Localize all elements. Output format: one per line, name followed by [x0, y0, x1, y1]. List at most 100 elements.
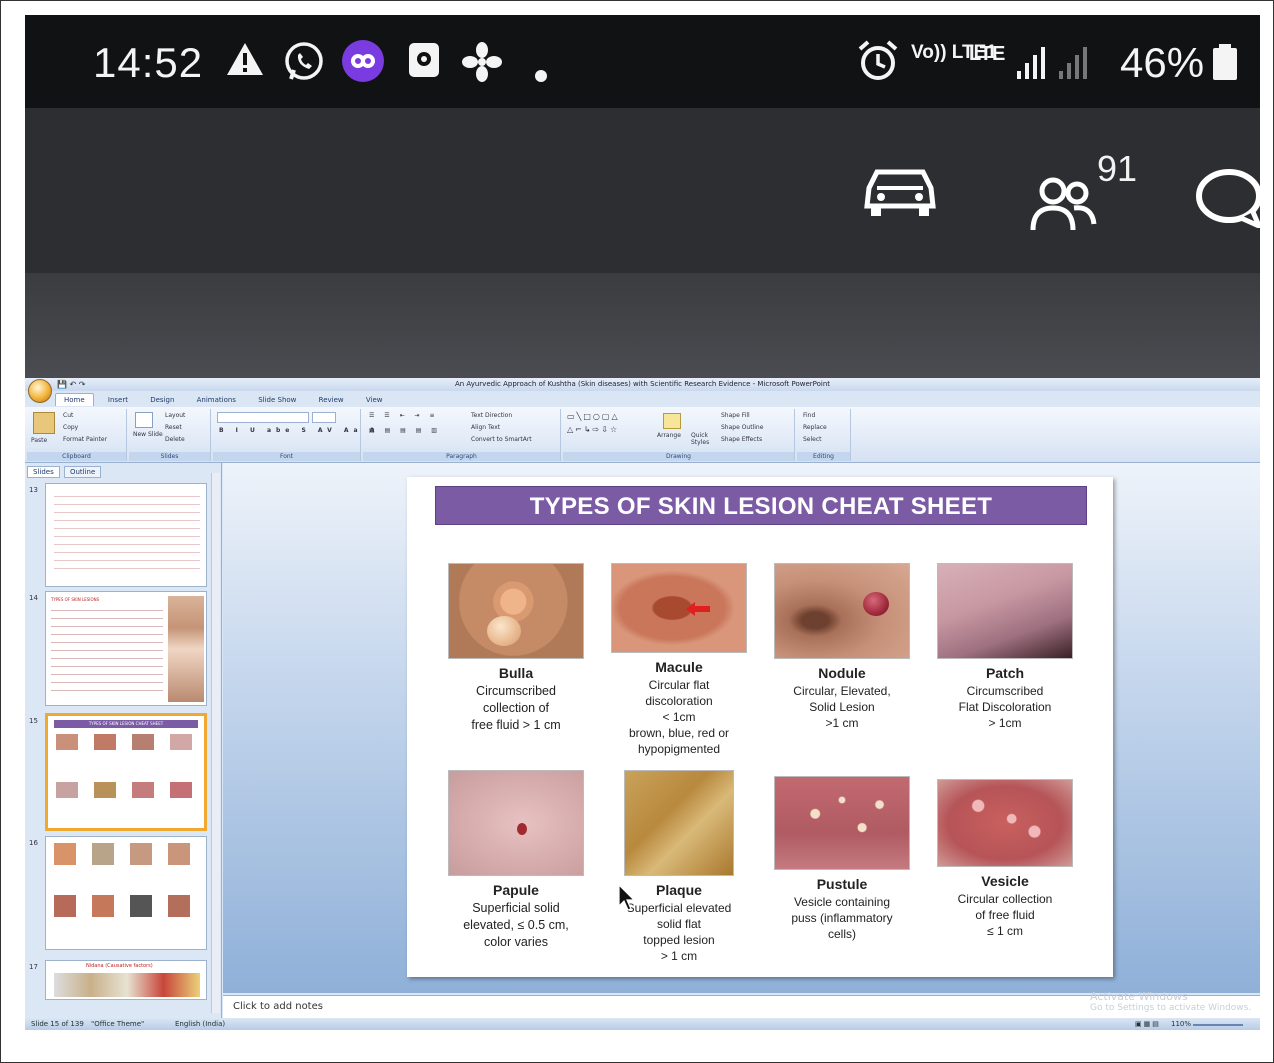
tab-outline[interactable]: Outline: [63, 466, 102, 478]
lesion-image: [448, 563, 584, 659]
activate-windows-subtitle: Go to Settings to activate Windows.: [1090, 1003, 1252, 1013]
powerpoint-status-bar: Slide 15 of 139 "Office Theme" English (…: [25, 1019, 1260, 1030]
editing-group-label: Editing: [797, 452, 850, 461]
redo-icon[interactable]: ↷: [79, 380, 86, 389]
battery-percent: 46%: [1120, 39, 1205, 86]
thumb-title: Nidana (Causative factors): [86, 963, 153, 969]
quick-styles-button[interactable]: Quick Styles: [691, 432, 713, 446]
lesion-card-bulla: Bulla Circumscribed collection of free f…: [435, 563, 597, 734]
paragraph-group: ☰ ☰ ⇤ ⇥ ≡ ▤ ▤ ▤ ▤ ▥ Text Direction Align…: [363, 409, 561, 461]
list-buttons[interactable]: ☰ ☰ ⇤ ⇥ ≡: [369, 412, 438, 419]
tab-view[interactable]: View: [358, 394, 391, 406]
shapes-gallery-row2[interactable]: △⌐↳⇨⇩☆: [567, 425, 619, 434]
lesion-description: Circumscribed collection of free fluid >…: [471, 684, 561, 732]
thumb-image: [56, 782, 78, 798]
whatsapp-icon: [283, 41, 325, 91]
tab-home[interactable]: Home: [55, 393, 94, 406]
thumb-number: 14: [29, 594, 38, 602]
shape-effects-button[interactable]: Shape Effects: [721, 436, 762, 443]
tab-review[interactable]: Review: [311, 394, 352, 406]
thumb-number: 13: [29, 486, 38, 494]
shape-fill-button[interactable]: Shape Fill: [721, 412, 750, 419]
thumb-number: 17: [29, 963, 38, 971]
lesion-image-detail: [863, 592, 889, 616]
screen-record-icon: [407, 41, 441, 87]
tab-insert[interactable]: Insert: [100, 394, 136, 406]
chat-icon[interactable]: [1193, 168, 1260, 233]
find-button[interactable]: Find: [803, 412, 815, 419]
lesion-image: [774, 776, 910, 870]
lesion-image: [611, 563, 747, 653]
lesion-description: Circumscribed Flat Discoloration > 1cm: [958, 684, 1052, 730]
font-group: B I U abe S AV Aa A Font: [213, 409, 374, 461]
lesion-description: Superficial solid elevated, ≤ 0.5 cm, co…: [463, 901, 569, 949]
lesion-description: Circular, Elevated, Solid Lesion >1 cm: [793, 684, 891, 730]
copy-button[interactable]: Copy: [63, 424, 78, 431]
clipboard-group: Paste Cut Copy Format Painter Clipboard: [27, 409, 127, 461]
language[interactable]: English (India): [175, 1020, 225, 1028]
activate-windows-watermark: Activate Windows Go to Settings to activ…: [1090, 990, 1251, 1013]
lesion-card-papule: Papule Superficial solid elevated, ≤ 0.5…: [435, 770, 597, 951]
thumb-image: [168, 843, 190, 865]
arrange-icon[interactable]: [663, 413, 681, 429]
viewers-icon[interactable]: [1030, 174, 1102, 239]
font-name-select[interactable]: [217, 412, 309, 423]
lesion-card-vesicle: Vesicle Circular collection of free flui…: [924, 779, 1086, 939]
car-icon[interactable]: [863, 166, 937, 223]
layout-button[interactable]: Layout: [165, 412, 185, 419]
font-size-select[interactable]: [312, 412, 336, 423]
slide-thumbnail[interactable]: [45, 836, 207, 950]
text-direction-button[interactable]: Text Direction: [471, 412, 512, 419]
quick-access-toolbar: 💾 ↶ ↷: [57, 380, 85, 389]
view-buttons[interactable]: ▣▦▤: [1135, 1020, 1161, 1028]
thumb-text-lines: [51, 606, 163, 691]
thumb-image: [170, 734, 192, 750]
delete-button[interactable]: Delete: [165, 436, 185, 443]
zoom-slider[interactable]: [1193, 1024, 1243, 1026]
select-button[interactable]: Select: [803, 436, 822, 443]
lesion-description: Circular flat discoloration < 1cm brown,…: [628, 678, 730, 756]
slide-thumbnail[interactable]: TYPES OF SKIN LESIONS: [45, 591, 207, 706]
lesion-name: Pustule: [816, 876, 868, 892]
pane-scrollbar[interactable]: [211, 473, 220, 1013]
lesion-image: [937, 563, 1073, 659]
lesion-name: Nodule: [818, 665, 866, 681]
shape-outline-button[interactable]: Shape Outline: [721, 424, 763, 431]
font-format-buttons[interactable]: B I U abe S AV Aa A: [219, 427, 379, 434]
editing-group: Find Replace Select Editing: [797, 409, 851, 461]
cut-button[interactable]: Cut: [63, 412, 73, 419]
replace-button[interactable]: Replace: [803, 424, 827, 431]
window-title: An Ayurvedic Approach of Kushtha (Skin d…: [25, 378, 1260, 391]
convert-smartart-button[interactable]: Convert to SmartArt: [471, 436, 532, 443]
alarm-icon: [857, 39, 899, 91]
shapes-gallery[interactable]: ▭╲□○▢△: [567, 412, 620, 421]
slide-counter: Slide 15 of 139: [31, 1020, 84, 1028]
tab-animations[interactable]: Animations: [189, 394, 244, 406]
office-button[interactable]: [28, 379, 52, 403]
slide-thumbnail[interactable]: Nidana (Causative factors): [45, 960, 207, 1000]
tab-slide-show[interactable]: Slide Show: [250, 394, 304, 406]
paste-icon[interactable]: [33, 412, 55, 434]
format-painter-button[interactable]: Format Painter: [63, 436, 107, 443]
align-text-button[interactable]: Align Text: [471, 424, 500, 431]
slide-thumbnail-selected[interactable]: TYPES OF SKIN LESION CHEAT SHEET: [45, 713, 207, 831]
tab-design[interactable]: Design: [142, 394, 182, 406]
thumb-image: [132, 782, 154, 798]
tab-slides[interactable]: Slides: [27, 466, 60, 478]
thumb-image: [54, 973, 200, 997]
slide-thumbnail[interactable]: [45, 483, 207, 587]
new-slide-button[interactable]: New Slide: [133, 431, 163, 438]
align-buttons[interactable]: ▤ ▤ ▤ ▤ ▥: [369, 427, 441, 434]
current-slide[interactable]: TYPES OF SKIN LESION CHEAT SHEET Bulla C…: [407, 477, 1113, 977]
thumb-number: 16: [29, 839, 38, 847]
lesion-card-plaque: Plaque Superficial elevated solid flat t…: [598, 770, 760, 964]
reset-button[interactable]: Reset: [165, 424, 182, 431]
zoom-level[interactable]: 110%: [1171, 1020, 1191, 1028]
undo-icon[interactable]: ↶: [70, 380, 77, 389]
arrange-button[interactable]: Arrange: [657, 432, 681, 439]
paste-button[interactable]: Paste: [31, 437, 47, 444]
phone-screen: 14:52 Vo)) LTE1 LTE 46% 91 An Ayurvedic …: [25, 15, 1260, 1030]
save-icon[interactable]: 💾: [57, 380, 67, 389]
new-slide-icon[interactable]: [135, 412, 153, 428]
lesion-image: [774, 563, 910, 659]
